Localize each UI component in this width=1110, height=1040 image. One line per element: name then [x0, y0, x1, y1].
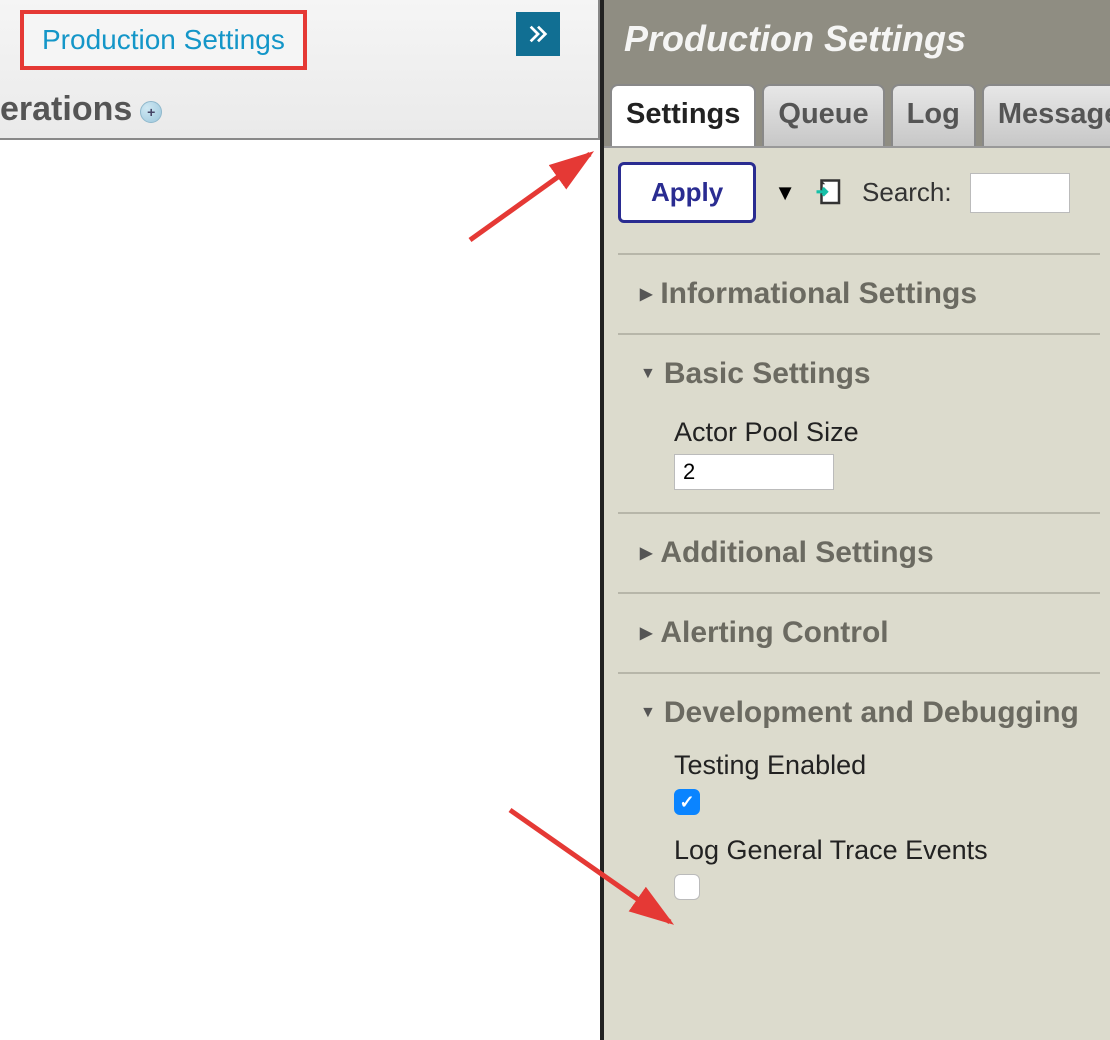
- field-actor-pool-size: Actor Pool Size: [674, 417, 1100, 490]
- section-header-alerting[interactable]: ▶ Alerting Control: [640, 616, 1100, 650]
- field-log-general-trace: Log General Trace Events: [674, 835, 1100, 900]
- right-pane: Production Settings Settings Queue Log M…: [600, 0, 1110, 1040]
- search-input[interactable]: [970, 173, 1070, 213]
- caret-down-icon: ▼: [640, 704, 656, 722]
- section-basic: ▼ Basic Settings Actor Pool Size: [618, 333, 1100, 512]
- left-pane: Production Settings erations +: [0, 0, 600, 140]
- field-testing-enabled: Testing Enabled ✓: [674, 750, 1100, 815]
- caret-right-icon: ▶: [640, 623, 652, 643]
- checkbox-label: Log General Trace Events: [674, 835, 1100, 866]
- tab-messages[interactable]: Messages: [982, 84, 1110, 146]
- settings-body: Apply ▼ Search: ▶ Informational Settings…: [604, 146, 1110, 1040]
- annotation-arrow-1: [460, 140, 610, 250]
- production-settings-link[interactable]: Production Settings: [20, 10, 307, 70]
- section-header-devdebug[interactable]: ▼ Development and Debugging: [640, 696, 1100, 730]
- add-icon[interactable]: +: [140, 101, 162, 123]
- section-devdebug: ▼ Development and Debugging Testing Enab…: [618, 672, 1100, 922]
- section-title: Alerting Control: [660, 616, 888, 650]
- tab-queue[interactable]: Queue: [762, 84, 884, 146]
- export-icon[interactable]: [814, 178, 844, 208]
- section-title: Development and Debugging: [664, 696, 1079, 730]
- log-general-trace-checkbox[interactable]: [674, 874, 700, 900]
- section-header-additional[interactable]: ▶ Additional Settings: [640, 536, 1100, 570]
- caret-right-icon: ▶: [640, 284, 652, 304]
- section-informational: ▶ Informational Settings: [618, 253, 1100, 333]
- field-label: Actor Pool Size: [674, 417, 1100, 448]
- page-title: Production Settings: [604, 0, 1110, 84]
- testing-enabled-checkbox[interactable]: ✓: [674, 789, 700, 815]
- dropdown-triangle-icon[interactable]: ▼: [774, 180, 796, 206]
- actor-pool-size-input[interactable]: [674, 454, 834, 490]
- heading-text: erations: [0, 90, 132, 129]
- checkbox-label: Testing Enabled: [674, 750, 1100, 781]
- tab-settings[interactable]: Settings: [610, 84, 756, 146]
- chevron-double-right-icon: [527, 23, 549, 45]
- section-alerting: ▶ Alerting Control: [618, 592, 1100, 672]
- section-additional: ▶ Additional Settings: [618, 512, 1100, 592]
- section-title: Informational Settings: [660, 277, 977, 311]
- apply-button[interactable]: Apply: [618, 162, 756, 223]
- tabs: Settings Queue Log Messages Jobs: [604, 84, 1110, 146]
- tab-log[interactable]: Log: [891, 84, 976, 146]
- section-title: Basic Settings: [664, 357, 871, 391]
- section-title: Additional Settings: [660, 536, 933, 570]
- expand-panel-button[interactable]: [516, 12, 560, 56]
- search-label: Search:: [862, 177, 952, 208]
- section-header-informational[interactable]: ▶ Informational Settings: [640, 277, 1100, 311]
- toolbar: Apply ▼ Search:: [618, 162, 1100, 223]
- section-header-basic[interactable]: ▼ Basic Settings: [640, 357, 1100, 391]
- caret-right-icon: ▶: [640, 543, 652, 563]
- caret-down-icon: ▼: [640, 365, 656, 383]
- operations-heading-fragment: erations +: [0, 90, 162, 129]
